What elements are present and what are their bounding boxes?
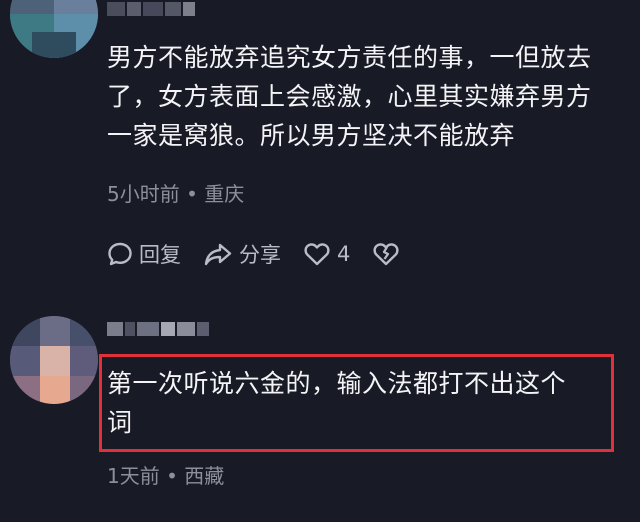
username-pixelated[interactable]	[107, 322, 209, 336]
comment-item-2: 第一次听说六金的，输入法都打不出这个 词 1天前 • 西藏	[0, 0, 640, 522]
comment-meta: 1天前 • 西藏	[107, 464, 225, 488]
comment-line: 第一次听说六金的，输入法都打不出这个	[107, 369, 567, 398]
comment-line: 词	[107, 408, 133, 437]
comment-text: 第一次听说六金的，输入法都打不出这个 词	[107, 364, 566, 442]
avatar[interactable]	[10, 316, 98, 404]
